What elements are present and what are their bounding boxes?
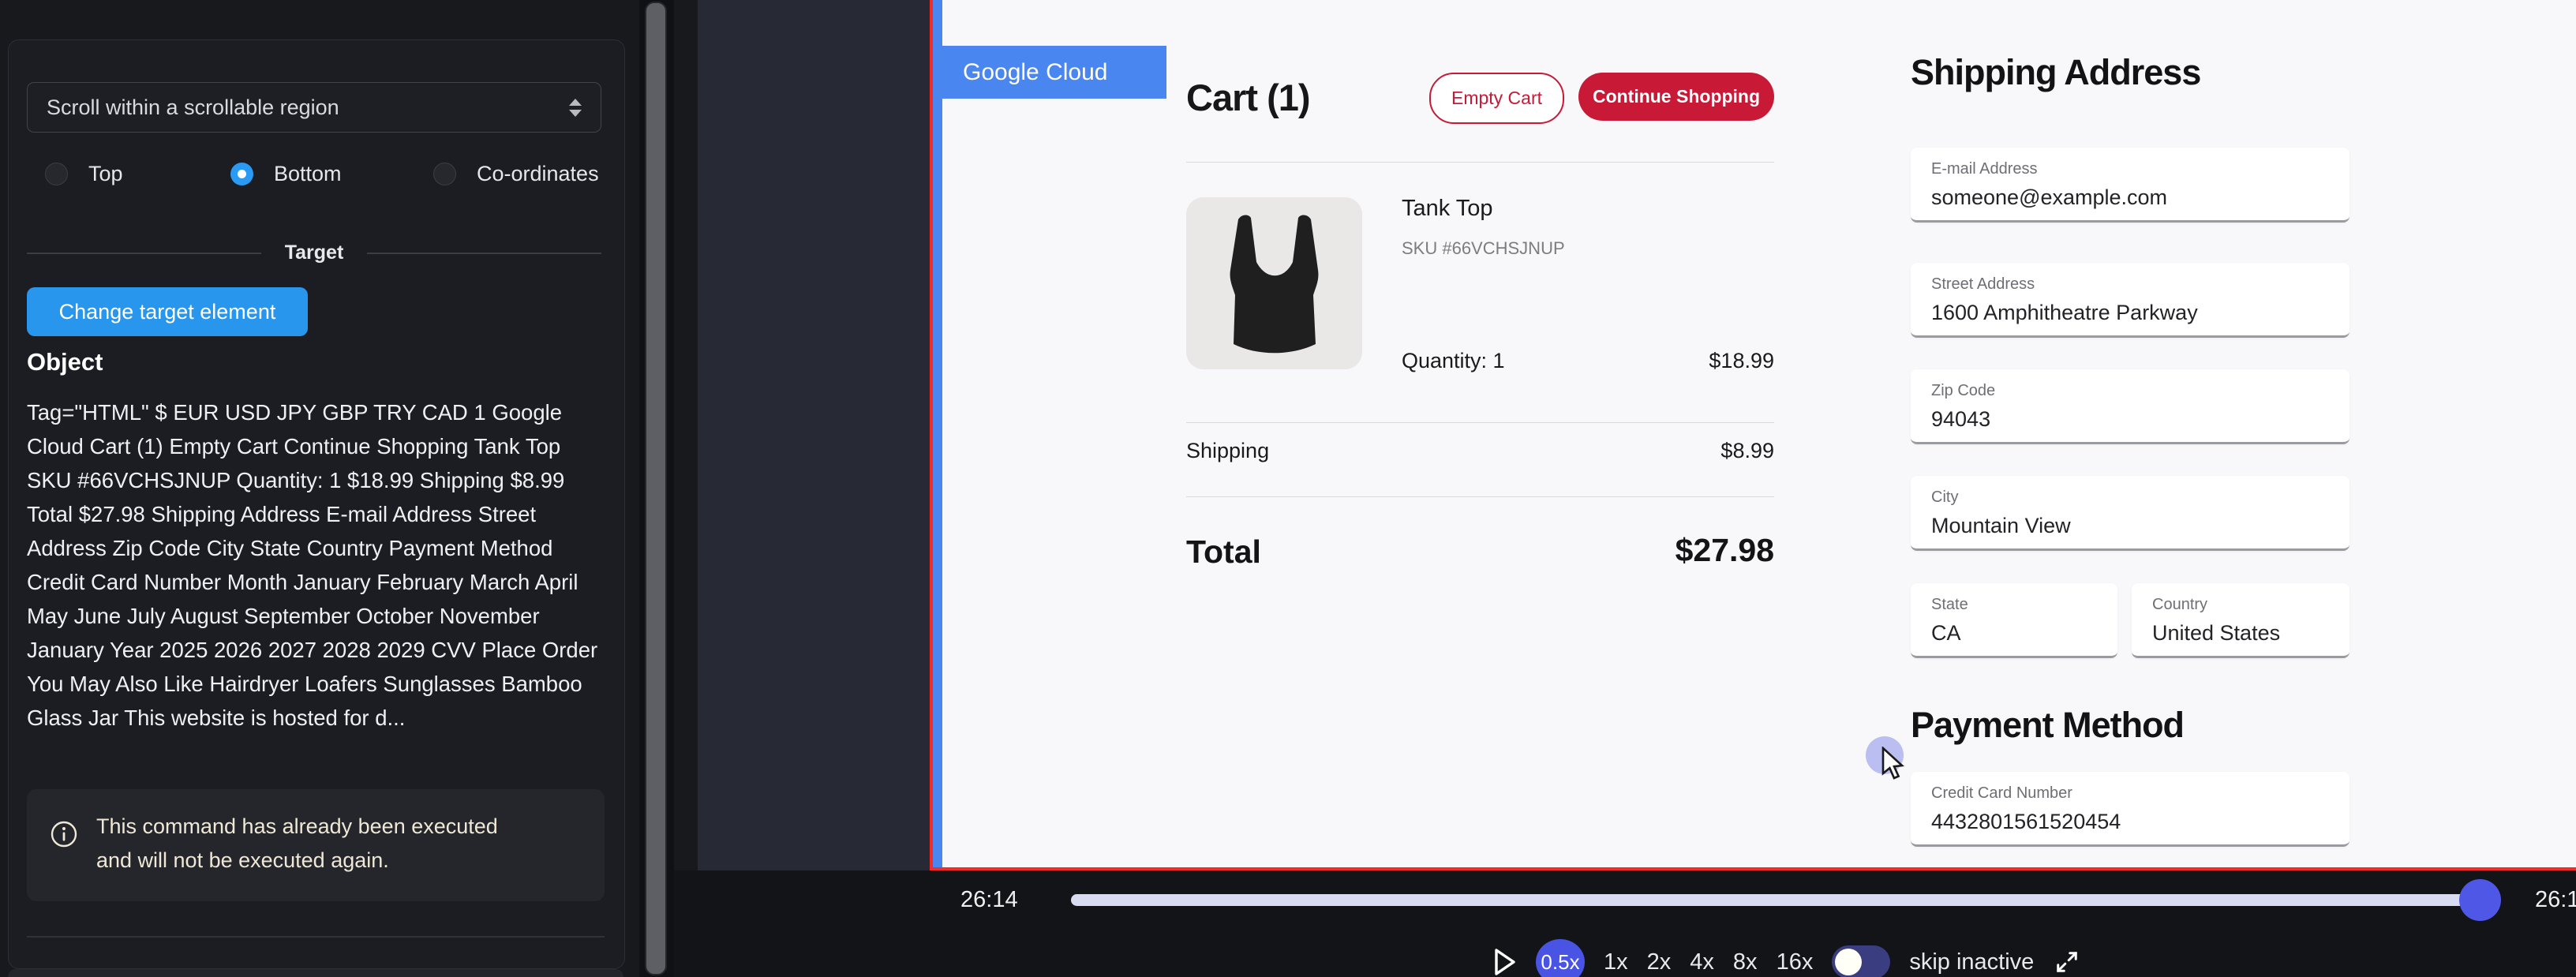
speed-2x-button[interactable]: 2x — [1647, 949, 1672, 975]
speed-16x-button[interactable]: 16x — [1777, 949, 1814, 975]
toggle-knob[interactable] — [1835, 949, 1862, 975]
sidebar-scrollbar-thumb[interactable] — [645, 2, 667, 975]
command-type-value: Scroll within a scrollable region — [47, 95, 339, 120]
speed-1x-button[interactable]: 1x — [1604, 949, 1628, 975]
skip-inactive-toggle[interactable] — [1832, 945, 1890, 977]
email-value: someone@example.com — [1931, 185, 2349, 210]
total-value: $27.98 — [1186, 532, 1774, 569]
radio-circle-selected[interactable] — [230, 163, 253, 185]
email-label: E-mail Address — [1931, 160, 2349, 178]
timeline-slider-handle[interactable] — [2459, 879, 2501, 921]
cursor-icon — [1880, 747, 1913, 783]
product-name: Tank Top — [1402, 196, 1493, 222]
radio-circle[interactable] — [45, 163, 68, 185]
skip-inactive-label: skip inactive — [1909, 949, 2034, 975]
shipping-value: $8.99 — [1186, 439, 1774, 463]
object-heading: Object — [27, 348, 103, 376]
city-field[interactable]: City Mountain View — [1911, 476, 2349, 551]
street-value: 1600 Amphitheatre Parkway — [1931, 301, 2349, 325]
speed-0-5x-button[interactable]: 0.5x — [1536, 939, 1585, 977]
zip-label: Zip Code — [1931, 382, 2349, 400]
stage-background — [698, 0, 930, 870]
speed-4x-button[interactable]: 4x — [1690, 949, 1714, 975]
city-value: Mountain View — [1931, 514, 2349, 538]
scroll-position-radios: Top Bottom Co-ordinates — [27, 162, 601, 187]
info-icon — [51, 821, 77, 848]
target-section-divider: Target — [27, 241, 601, 264]
play-icon[interactable] — [1493, 947, 1517, 977]
expand-icon[interactable] — [2053, 948, 2081, 976]
product-price: $18.99 — [1186, 349, 1774, 373]
rendered-webpage: Google Cloud Cart (1) Empty Cart Continu… — [942, 0, 2576, 867]
card-number-field[interactable]: Credit Card Number 4432801561520454 — [1911, 772, 2349, 847]
radio-circle[interactable] — [433, 163, 456, 185]
playback-controls: 0.5x 1x 2x 4x 8x 16x skip inactive — [1493, 938, 2081, 977]
scroll-target-highlight — [933, 0, 942, 867]
cart-divider — [1186, 162, 1774, 163]
cart-divider — [1186, 422, 1774, 423]
country-value: United States — [2152, 621, 2349, 646]
country-field[interactable]: Country United States — [2132, 583, 2349, 658]
target-section-label: Target — [285, 241, 344, 264]
cart-divider — [1186, 496, 1774, 497]
empty-cart-button[interactable]: Empty Cart — [1429, 73, 1564, 124]
sidebar-next-section-edge — [8, 969, 623, 977]
google-cloud-badge: Google Cloud — [942, 46, 1166, 99]
state-value: CA — [1931, 621, 2117, 646]
info-message-text: This command has already been executed a… — [96, 810, 507, 878]
country-label: Country — [2152, 596, 2349, 614]
sidebar-bottom-divider — [27, 936, 605, 938]
zip-value: 94043 — [1931, 407, 2349, 432]
email-field[interactable]: E-mail Address someone@example.com — [1911, 148, 2349, 223]
app-window: Scroll within a scrollable region Top Bo… — [0, 0, 2576, 977]
timeline-slider-track[interactable] — [1071, 894, 2481, 906]
product-image-tank-top — [1186, 197, 1362, 369]
product-sku: SKU #66VCHSJNUP — [1402, 238, 1565, 259]
state-label: State — [1931, 596, 2117, 614]
zip-field[interactable]: Zip Code 94043 — [1911, 369, 2349, 444]
shipping-address-heading: Shipping Address — [1911, 52, 2200, 93]
current-time-label: 26:14 — [960, 887, 1018, 913]
state-field[interactable]: State CA — [1911, 583, 2117, 658]
radio-bottom[interactable]: Bottom — [230, 162, 342, 186]
speed-8x-button[interactable]: 8x — [1733, 949, 1758, 975]
street-field[interactable]: Street Address 1600 Amphitheatre Parkway — [1911, 263, 2349, 338]
object-text: Tag="HTML" $ EUR USD JPY GBP TRY CAD 1 G… — [27, 395, 605, 735]
radio-top[interactable]: Top — [45, 162, 123, 186]
command-type-select[interactable]: Scroll within a scrollable region — [27, 82, 601, 133]
payment-method-heading: Payment Method — [1911, 705, 2184, 746]
end-time-label: 26:15 — [2535, 887, 2576, 913]
continue-shopping-button[interactable]: Continue Shopping — [1578, 73, 1774, 121]
city-label: City — [1931, 488, 2349, 507]
radio-coordinates[interactable]: Co-ordinates — [433, 162, 599, 186]
card-number-value: 4432801561520454 — [1931, 810, 2349, 834]
change-target-button[interactable]: Change target element — [27, 287, 308, 336]
card-number-label: Credit Card Number — [1931, 784, 2349, 803]
street-label: Street Address — [1931, 275, 2349, 294]
command-sidebar-panel: Scroll within a scrollable region Top Bo… — [8, 39, 625, 969]
info-message-box: This command has already been executed a… — [27, 789, 605, 901]
cart-title: Cart (1) — [1186, 76, 1310, 119]
chevron-updown-icon — [569, 99, 582, 117]
